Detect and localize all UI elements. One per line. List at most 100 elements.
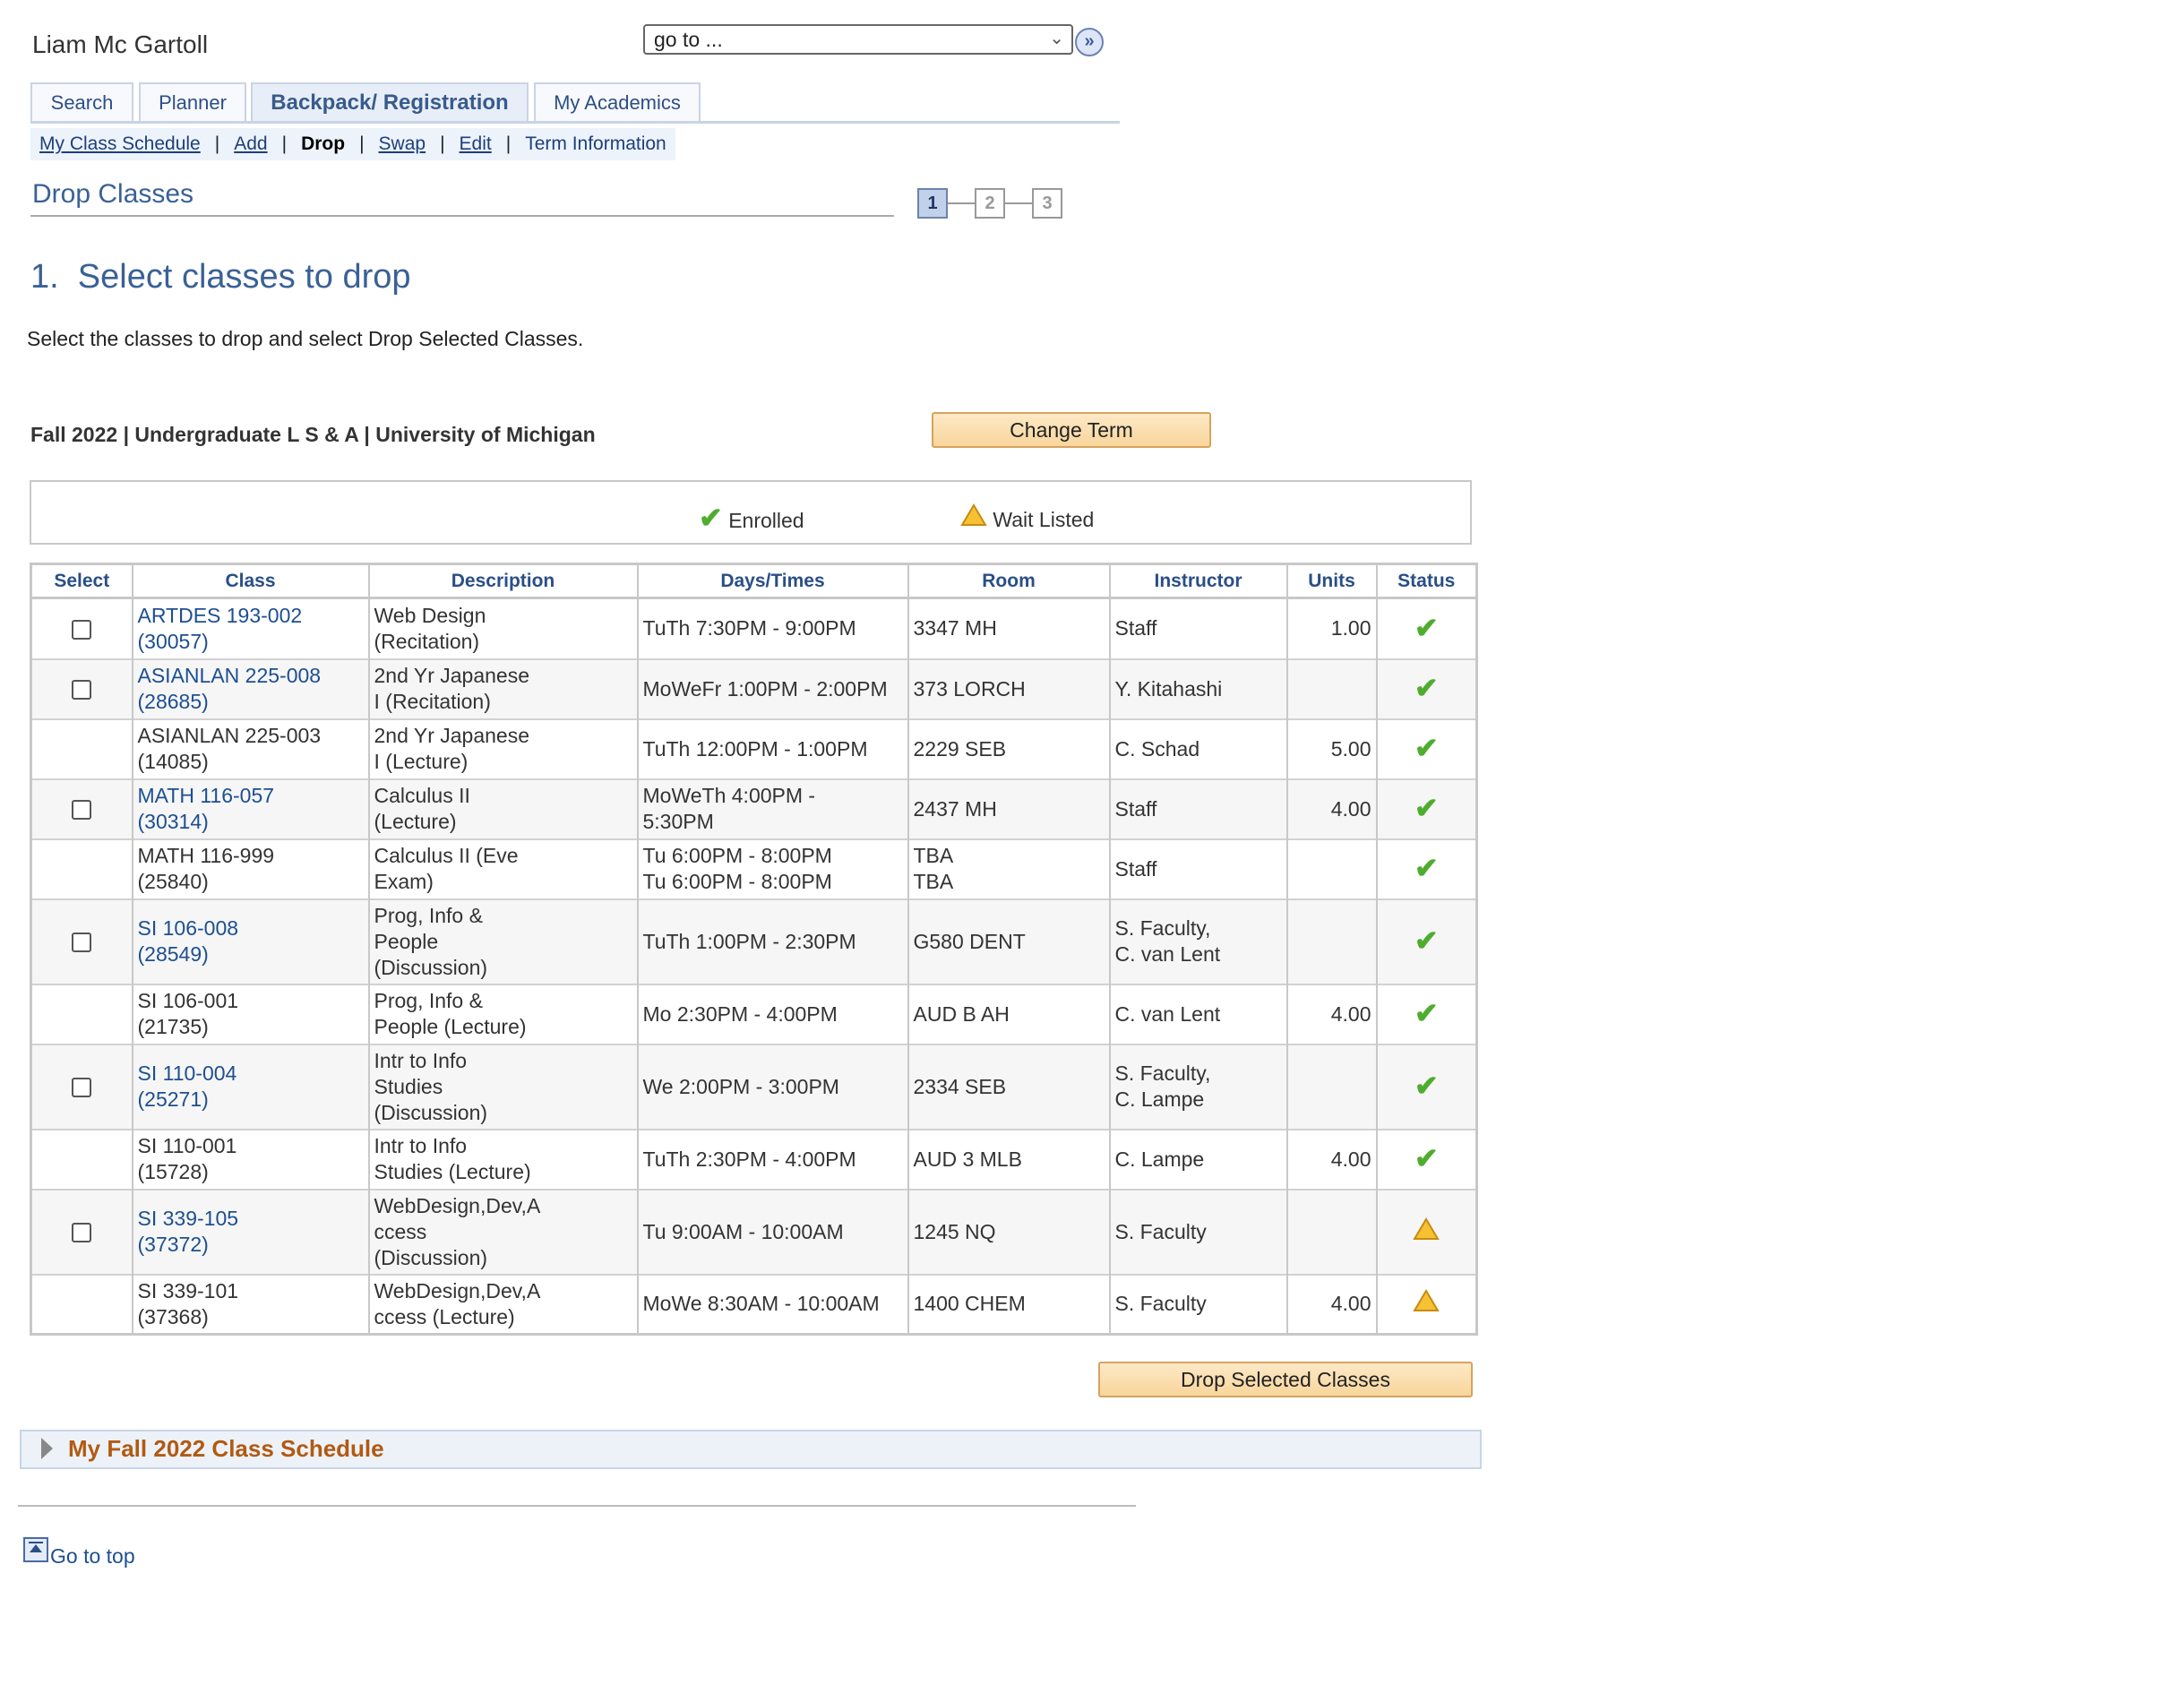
days-times-cell: We 2:00PM - 3:00PM bbox=[636, 1043, 908, 1130]
select-cell bbox=[30, 1128, 133, 1190]
class-link[interactable]: SI 106-008 bbox=[138, 916, 239, 940]
subnav-swap[interactable]: Swap bbox=[379, 133, 426, 154]
subnav-my-class-schedule[interactable]: My Class Schedule bbox=[39, 133, 201, 154]
class-label: SI 110-001 bbox=[137, 1134, 237, 1157]
select-cell bbox=[30, 778, 133, 839]
tab-backpack-registration-label: Backpack/ Registration bbox=[271, 90, 509, 115]
class-link[interactable]: (30057) bbox=[138, 630, 209, 653]
units-text: 4.00 bbox=[1330, 1292, 1371, 1316]
description-text: I (Recitation) bbox=[374, 690, 491, 713]
class-link[interactable]: SI 110-004 bbox=[138, 1062, 237, 1085]
select-checkbox[interactable] bbox=[72, 800, 92, 821]
room-text: AUD 3 MLB bbox=[913, 1147, 1022, 1171]
tab-backpack-registration[interactable]: Backpack/ Registration bbox=[251, 82, 529, 122]
description-text: Intr to Info bbox=[374, 1134, 468, 1157]
section-heading: 1. Select classes to drop bbox=[30, 258, 411, 296]
status-cell: ✔ bbox=[1375, 597, 1477, 659]
subnav-separator: | bbox=[281, 133, 288, 154]
go-to-top-link[interactable]: Go to top bbox=[50, 1544, 135, 1569]
days-times-cell: TuTh 7:30PM - 9:00PM bbox=[636, 597, 908, 659]
tab-underline bbox=[30, 121, 1120, 124]
class-schedule-section-title[interactable]: My Fall 2022 Class Schedule bbox=[68, 1432, 384, 1465]
table-row: SI 106-008 (28549) Prog, Info & People (Disc… bbox=[30, 898, 1477, 984]
select-cell bbox=[30, 1273, 133, 1335]
days-times-text: We 2:00PM - 3:00PM bbox=[642, 1074, 839, 1098]
subnav-term-information[interactable]: Term Information bbox=[525, 133, 666, 154]
enrolled-checkmark-icon: ✔ bbox=[1414, 1070, 1439, 1102]
units-cell: 5.00 bbox=[1285, 718, 1377, 779]
status-cell: ✔ bbox=[1375, 778, 1477, 839]
units-cell: 1.00 bbox=[1285, 597, 1377, 659]
table-header-row: Select Class Description Days/Times Room… bbox=[30, 563, 1477, 599]
subnav-edit[interactable]: Edit bbox=[460, 133, 492, 154]
class-link[interactable]: (30314) bbox=[138, 810, 209, 833]
room-text: 2229 SEB bbox=[913, 736, 1007, 761]
class-link[interactable]: (25271) bbox=[138, 1087, 209, 1111]
select-checkbox[interactable] bbox=[72, 620, 92, 640]
table-body: ARTDES 193-002 (30057) Web Design (Recitati… bbox=[30, 597, 1477, 1335]
class-link[interactable]: MATH 116-057 bbox=[138, 784, 275, 807]
tab-planner[interactable]: Planner bbox=[139, 82, 246, 122]
go-to-top-icon[interactable] bbox=[23, 1537, 48, 1562]
expand-arrow-icon[interactable] bbox=[41, 1438, 53, 1459]
select-cell bbox=[30, 718, 133, 779]
description-text: Prog, Info & bbox=[374, 989, 483, 1012]
column-header: Description bbox=[367, 563, 638, 599]
class-link[interactable]: SI 339-105 bbox=[138, 1207, 239, 1230]
goto-dropdown[interactable]: go to ... ⌄ bbox=[643, 24, 1073, 55]
subnav-add[interactable]: Add bbox=[234, 133, 267, 154]
room-text: 373 LORCH bbox=[913, 676, 1026, 701]
instructor-text: Y. Kitahashi bbox=[1114, 676, 1223, 701]
title-divider bbox=[30, 215, 894, 217]
column-header: Room bbox=[907, 563, 1110, 599]
class-link[interactable]: (37372) bbox=[138, 1233, 209, 1256]
class-link[interactable]: ASIANLAN 225-008 bbox=[138, 664, 322, 687]
select-cell bbox=[30, 1188, 133, 1275]
units-cell bbox=[1285, 838, 1377, 899]
class-cell: SI 110-001 (15728) bbox=[131, 1128, 369, 1190]
units-cell bbox=[1285, 898, 1377, 984]
units-cell: 4.00 bbox=[1285, 778, 1377, 839]
status-cell: ✔ bbox=[1375, 658, 1477, 719]
select-checkbox[interactable] bbox=[72, 933, 92, 953]
change-term-button[interactable]: Change Term bbox=[932, 412, 1211, 448]
room-cell: TBA TBA bbox=[907, 838, 1110, 899]
select-checkbox[interactable] bbox=[72, 1078, 92, 1098]
description-text: (Discussion) bbox=[374, 955, 488, 979]
select-checkbox[interactable] bbox=[72, 1223, 92, 1243]
days-times-cell: MoWe 8:30AM - 10:00AM bbox=[636, 1273, 908, 1335]
description-text: (Discussion) bbox=[374, 1245, 488, 1269]
enrolled-checkmark-icon: ✔ bbox=[1414, 732, 1439, 764]
goto-go-button[interactable]: » bbox=[1075, 28, 1104, 56]
description-text: 2nd Yr Japanese bbox=[374, 724, 530, 747]
days-times-cell: TuTh 12:00PM - 1:00PM bbox=[636, 718, 908, 779]
class-label: (14085) bbox=[137, 750, 209, 773]
description-text: ccess bbox=[374, 1219, 427, 1243]
select-checkbox[interactable] bbox=[72, 680, 92, 701]
instructor-cell: Staff bbox=[1108, 778, 1287, 839]
enrolled-checkmark-icon: ✔ bbox=[1414, 672, 1439, 704]
description-text: Prog, Info & bbox=[374, 903, 483, 927]
drop-selected-classes-button[interactable]: Drop Selected Classes bbox=[1098, 1362, 1473, 1397]
wait-listed-warning-icon bbox=[1413, 1216, 1440, 1245]
class-link[interactable]: (28549) bbox=[138, 942, 209, 966]
instructor-text: C. Lampe bbox=[1114, 1147, 1205, 1171]
description-text: WebDesign,Dev,A bbox=[374, 1278, 541, 1302]
class-cell: SI 339-101 (37368) bbox=[131, 1273, 369, 1335]
table-row: ASIANLAN 225-008 (28685) 2nd Yr Japanese I … bbox=[30, 658, 1477, 719]
instructor-text: C. van Lent bbox=[1114, 1001, 1221, 1026]
table-row: SI 106-001 (21735) Prog, Info & People (Lec… bbox=[30, 983, 1477, 1044]
step-3: 3 bbox=[1032, 188, 1062, 219]
units-cell: 4.00 bbox=[1285, 983, 1377, 1044]
class-link[interactable]: ARTDES 193-002 bbox=[138, 604, 303, 627]
description-text: Exam) bbox=[374, 870, 434, 893]
class-cell: ASIANLAN 225-003 (14085) bbox=[131, 718, 369, 779]
class-link[interactable]: (28685) bbox=[138, 690, 209, 713]
select-cell bbox=[30, 838, 133, 899]
column-header: Instructor bbox=[1108, 563, 1287, 599]
page-title: Drop Classes bbox=[32, 179, 194, 209]
class-cell: SI 106-008 (28549) bbox=[131, 898, 369, 984]
tab-search[interactable]: Search bbox=[30, 82, 133, 122]
table-row: MATH 116-057 (30314) Calculus II (Lecture) M… bbox=[30, 778, 1477, 839]
tab-my-academics[interactable]: My Academics bbox=[534, 82, 701, 122]
